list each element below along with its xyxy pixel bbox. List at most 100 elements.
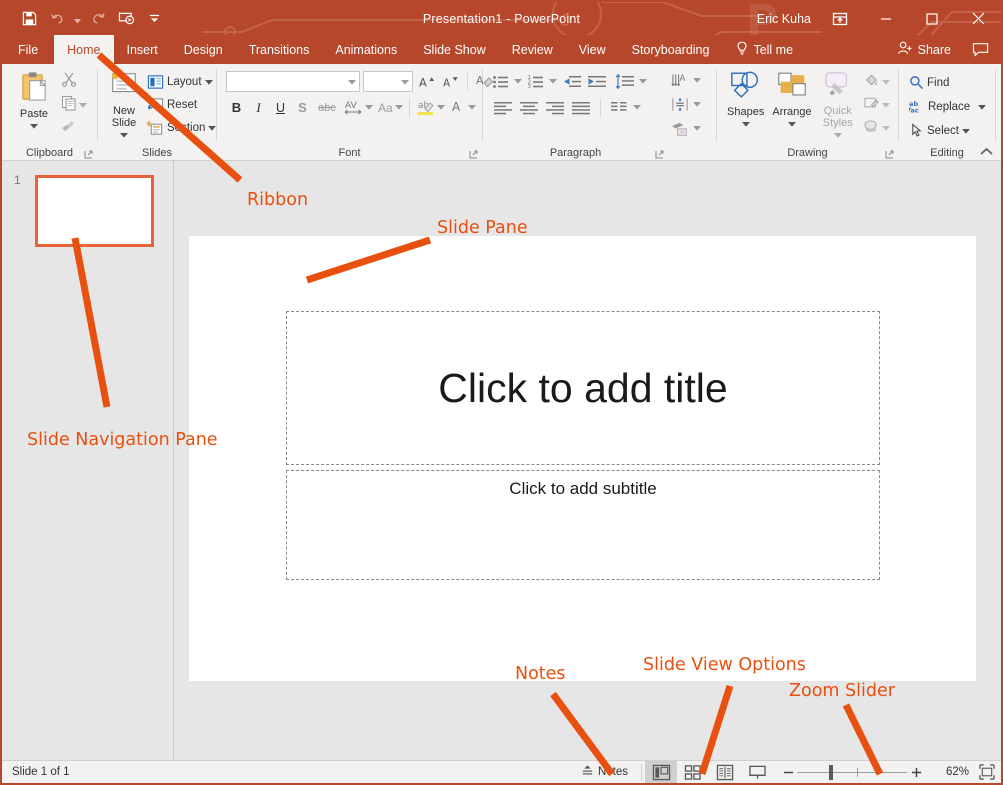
clipboard-dialog-launcher[interactable] (84, 150, 93, 159)
numbering-button[interactable]: 1 2 3 (525, 71, 546, 92)
shape-effects-button[interactable] (860, 117, 893, 138)
slide-canvas[interactable]: Click to add title Click to add subtitle (189, 236, 976, 681)
arrange-dropdown-icon[interactable] (787, 118, 796, 130)
shapes-button[interactable]: Shapes (723, 68, 768, 130)
title-placeholder[interactable]: Click to add title (286, 311, 880, 465)
replace-dropdown-icon[interactable] (978, 101, 987, 113)
zoom-slider-handle[interactable] (829, 764, 833, 780)
section-button[interactable]: Section (144, 117, 219, 138)
tab-animations[interactable]: Animations (322, 35, 410, 64)
convert-to-smartart-button[interactable] (670, 118, 691, 139)
slide-navigation-pane[interactable]: 1 (2, 161, 174, 764)
tab-slide-show[interactable]: Slide Show (410, 35, 499, 64)
select-dropdown-icon[interactable] (961, 125, 970, 137)
increase-font-size-button[interactable]: A (416, 71, 437, 92)
bold-button[interactable]: B (226, 97, 247, 118)
ribbon-tabs[interactable]: File Home Insert Design Transitions Anim… (2, 35, 1001, 64)
font-size-combo[interactable] (363, 71, 413, 92)
slide-show-view-button[interactable] (741, 761, 773, 784)
text-shadow-button[interactable]: S (292, 97, 313, 118)
font-size-dropdown-icon[interactable] (401, 76, 409, 88)
cut-button[interactable] (58, 71, 79, 92)
ribbon-display-options-icon[interactable] (817, 2, 863, 35)
bullets-button[interactable] (490, 71, 511, 92)
columns-dropdown-icon[interactable] (631, 97, 643, 118)
copy-button[interactable] (58, 94, 90, 115)
new-slide-button[interactable]: New Slide (104, 68, 144, 141)
zoom-slider-track[interactable] (797, 761, 907, 784)
convert-to-smartart-dropdown-icon[interactable] (691, 118, 702, 139)
slide-sorter-view-button[interactable] (677, 761, 709, 784)
zoom-slider[interactable] (773, 761, 931, 784)
account-name[interactable]: Eric Kuha (757, 2, 811, 35)
font-dialog-launcher[interactable] (469, 150, 478, 159)
copy-dropdown-icon[interactable] (79, 99, 87, 111)
format-painter-button[interactable] (58, 117, 79, 138)
tab-transitions[interactable]: Transitions (236, 35, 323, 64)
shape-outline-dropdown-icon[interactable] (882, 99, 890, 111)
italic-button[interactable]: I (248, 97, 269, 118)
font-name-dropdown-icon[interactable] (348, 76, 356, 88)
line-spacing-dropdown-icon[interactable] (637, 71, 649, 92)
subtitle-placeholder[interactable]: Click to add subtitle (286, 470, 880, 580)
font-name-combo[interactable] (226, 71, 360, 92)
normal-view-button[interactable] (645, 760, 677, 783)
paragraph-dialog-launcher[interactable] (655, 150, 664, 159)
replace-button[interactable]: ab ac Replace (906, 96, 989, 117)
select-button[interactable]: Select (906, 120, 989, 141)
bullets-dropdown-icon[interactable] (512, 71, 524, 92)
align-left-button[interactable] (490, 97, 515, 118)
text-direction-button[interactable]: A (670, 70, 691, 91)
align-text-dropdown-icon[interactable] (691, 94, 702, 115)
tab-insert[interactable]: Insert (114, 35, 171, 64)
window-controls[interactable] (817, 2, 1001, 35)
drawing-dialog-launcher[interactable] (885, 150, 894, 159)
text-direction-dropdown-icon[interactable] (691, 70, 702, 91)
justify-button[interactable] (568, 97, 593, 118)
zoom-out-button[interactable] (779, 761, 797, 784)
decrease-font-size-button[interactable]: A (440, 71, 461, 92)
maximize-button[interactable] (909, 2, 955, 35)
character-spacing-button[interactable]: AV (341, 97, 375, 118)
zoom-in-button[interactable] (907, 761, 925, 784)
shape-fill-dropdown-icon[interactable] (882, 76, 890, 88)
minimize-button[interactable] (863, 2, 909, 35)
strikethrough-button[interactable]: abc (314, 97, 340, 118)
reset-button[interactable]: Reset (144, 94, 219, 115)
collapse-ribbon-button[interactable] (980, 147, 993, 156)
underline-button[interactable]: U (270, 97, 291, 118)
tab-design[interactable]: Design (171, 35, 236, 64)
paste-dropdown-icon[interactable] (30, 120, 38, 132)
layout-button[interactable]: Layout (144, 71, 219, 92)
comments-icon[interactable] (963, 35, 997, 64)
tab-view[interactable]: View (566, 35, 619, 64)
increase-indent-button[interactable] (585, 71, 609, 92)
zoom-percentage[interactable]: 62% (931, 766, 969, 778)
shape-effects-dropdown-icon[interactable] (882, 122, 890, 134)
tab-review[interactable]: Review (499, 35, 566, 64)
center-button[interactable] (516, 97, 541, 118)
change-case-button[interactable]: Aa (376, 97, 405, 118)
new-slide-dropdown-icon[interactable] (120, 129, 128, 141)
layout-dropdown-icon[interactable] (204, 76, 213, 88)
share-button[interactable]: Share (885, 35, 963, 64)
shape-fill-button[interactable] (860, 71, 893, 92)
shape-outline-button[interactable] (860, 94, 893, 115)
paste-button[interactable]: Paste (10, 68, 58, 132)
numbering-dropdown-icon[interactable] (547, 71, 559, 92)
shapes-dropdown-icon[interactable] (741, 118, 750, 130)
reading-view-button[interactable] (709, 761, 741, 784)
text-highlight-color-button[interactable]: ab (414, 97, 447, 118)
find-button[interactable]: Find (906, 72, 989, 93)
notes-button[interactable]: Notes (571, 761, 638, 784)
columns-button[interactable] (608, 97, 630, 118)
arrange-button[interactable]: Arrange (768, 68, 815, 130)
section-dropdown-icon[interactable] (208, 122, 217, 134)
slide-thumbnail-1[interactable] (35, 175, 154, 247)
align-right-button[interactable] (542, 97, 567, 118)
line-spacing-button[interactable] (614, 71, 636, 92)
close-button[interactable] (955, 2, 1001, 35)
align-text-button[interactable] (670, 94, 691, 115)
tab-home[interactable]: Home (54, 35, 114, 64)
fit-to-window-button[interactable] (973, 761, 1001, 784)
